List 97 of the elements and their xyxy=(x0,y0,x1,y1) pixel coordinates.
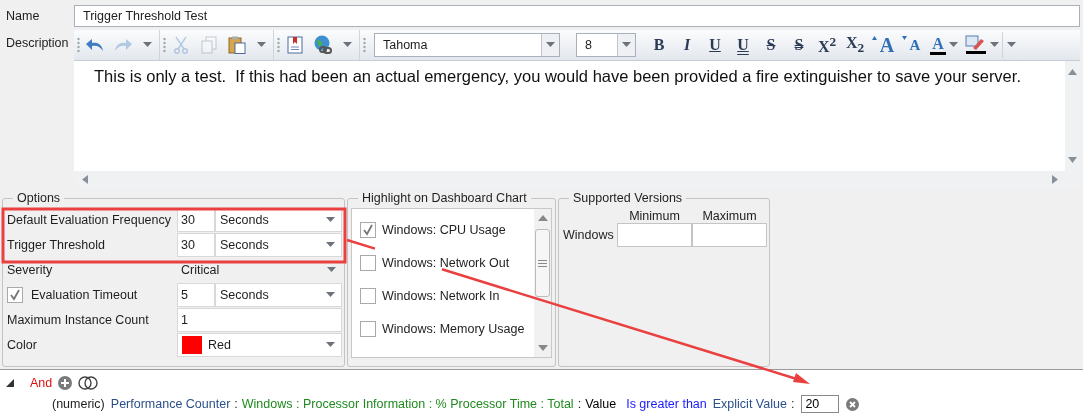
operator-label[interactable]: And xyxy=(30,376,53,390)
dropdown-arrow-icon xyxy=(342,42,352,48)
source-label: Explicit Value xyxy=(712,397,787,411)
caret-icon xyxy=(326,291,335,298)
caret-icon xyxy=(326,241,335,248)
strike-button[interactable]: S xyxy=(758,32,784,58)
scroll-down-icon[interactable] xyxy=(1068,157,1077,163)
group-title: Options xyxy=(16,191,62,205)
shrink-button[interactable]: A xyxy=(898,32,924,58)
dropdown-arrow-icon xyxy=(142,42,152,48)
caret-icon xyxy=(948,42,958,48)
highlighter-icon xyxy=(965,35,987,55)
double-strike-button[interactable]: S xyxy=(786,32,812,58)
bookmark-icon xyxy=(287,36,303,54)
italic-button[interactable]: I xyxy=(674,32,700,58)
separator-text: : xyxy=(577,397,582,411)
globe-link-icon xyxy=(313,35,333,55)
caret-icon xyxy=(326,216,335,223)
number-field[interactable]: 30 xyxy=(177,232,215,257)
expand-toggle-icon[interactable] xyxy=(6,379,14,387)
caret-icon xyxy=(546,42,555,48)
checkbox[interactable] xyxy=(360,221,376,238)
dropdown-button[interactable] xyxy=(541,34,559,56)
option-label: Color xyxy=(6,337,38,352)
add-icon[interactable] xyxy=(58,376,73,390)
separator-text: : xyxy=(234,397,238,411)
subscript-button[interactable]: X$_{2}$ xyxy=(842,32,868,58)
scroll-up-icon[interactable] xyxy=(537,215,548,221)
copy-icon xyxy=(201,36,217,54)
font-size-dropdown[interactable]: 8 xyxy=(576,33,636,57)
scroll-down-icon[interactable] xyxy=(537,345,548,351)
grip-icon xyxy=(163,37,166,53)
scroll-right-icon[interactable] xyxy=(1052,175,1058,184)
list-item-label[interactable]: Windows: Memory Usage xyxy=(382,321,525,336)
grip-icon xyxy=(277,37,280,53)
dropdown-arrow-icon xyxy=(256,42,266,48)
checkbox[interactable] xyxy=(7,286,23,303)
group-title: Highlight on Dashboard Chart xyxy=(361,191,528,205)
operator-link[interactable]: Is greater than xyxy=(626,397,707,411)
caret-icon xyxy=(326,341,335,348)
value-field[interactable]: 20 xyxy=(801,395,840,413)
color-dropdown[interactable]: Red xyxy=(177,332,342,357)
down-caret-icon xyxy=(901,36,907,40)
list-item-label[interactable]: Windows: Network In xyxy=(382,288,500,303)
superscript-button[interactable]: X$^{2}$ xyxy=(814,32,840,58)
grow-button[interactable]: A xyxy=(870,32,896,58)
caret-icon xyxy=(327,266,336,273)
underline-button[interactable]: U xyxy=(702,32,728,58)
font-color-button[interactable]: A xyxy=(926,32,962,58)
description-text: This is only a test. If this had been an actual emergency, you would have been provided a fire extinguisher to save your server. xyxy=(93,66,1022,87)
option-label: Default Evaluation Frequency xyxy=(6,212,172,227)
field-label: Name xyxy=(5,9,41,23)
separator-text: : xyxy=(790,397,795,411)
unit-dropdown[interactable]: Seconds xyxy=(215,232,342,257)
scroll-up-icon[interactable] xyxy=(1068,69,1077,75)
clipboard-icon xyxy=(228,36,246,54)
remove-icon[interactable] xyxy=(846,397,860,411)
checkbox[interactable] xyxy=(360,287,376,304)
scroll-thumb[interactable] xyxy=(535,229,550,297)
option-label: Evaluation Timeout xyxy=(31,287,138,302)
counter-path: Windows : Processor Information : % Processor Time : Total xyxy=(241,397,574,411)
severity-dropdown[interactable]: Critical xyxy=(177,257,342,282)
group-title: Supported Versions xyxy=(572,191,684,205)
bold-button[interactable]: B xyxy=(646,32,672,58)
option-label: Trigger Threshold xyxy=(6,237,106,252)
column-header: Maximum xyxy=(701,208,758,223)
unit-dropdown[interactable]: Seconds xyxy=(215,282,342,307)
list-item-label[interactable]: Windows: CPU Usage xyxy=(382,222,506,237)
font-dropdown[interactable]: Tahoma xyxy=(374,33,560,57)
grip-icon xyxy=(363,37,366,53)
source-label: Performance Counter xyxy=(110,397,231,411)
checkbox[interactable] xyxy=(360,320,376,337)
caret-icon xyxy=(622,42,631,48)
number-field[interactable]: 5 xyxy=(177,282,215,307)
undo-icon xyxy=(85,38,105,52)
list-item-label[interactable]: Windows: Network Out xyxy=(382,255,510,270)
checkbox[interactable] xyxy=(360,254,376,271)
grip-icon xyxy=(77,37,80,53)
field-label: Value xyxy=(585,397,617,411)
scroll-left-icon[interactable] xyxy=(82,175,88,184)
option-label: Severity xyxy=(6,262,54,277)
grip-icon xyxy=(538,259,547,267)
name-field[interactable]: Trigger Threshold Test xyxy=(74,5,1080,27)
field-label: Description xyxy=(5,35,70,52)
up-caret-icon xyxy=(871,36,877,40)
row-label: Windows xyxy=(563,228,615,242)
column-header: Minimum xyxy=(628,208,681,223)
scissors-icon xyxy=(173,36,189,54)
version-field[interactable] xyxy=(617,223,692,247)
redo-icon xyxy=(113,38,133,52)
group-icon[interactable] xyxy=(78,376,99,390)
type-label: (numeric) xyxy=(52,397,105,411)
dropdown-button[interactable] xyxy=(617,34,635,56)
option-label: Maximum Instance Count xyxy=(6,312,150,327)
version-field[interactable] xyxy=(692,223,767,247)
double-underline-button[interactable]: U xyxy=(730,32,756,58)
text-field[interactable]: 1 xyxy=(177,307,342,332)
